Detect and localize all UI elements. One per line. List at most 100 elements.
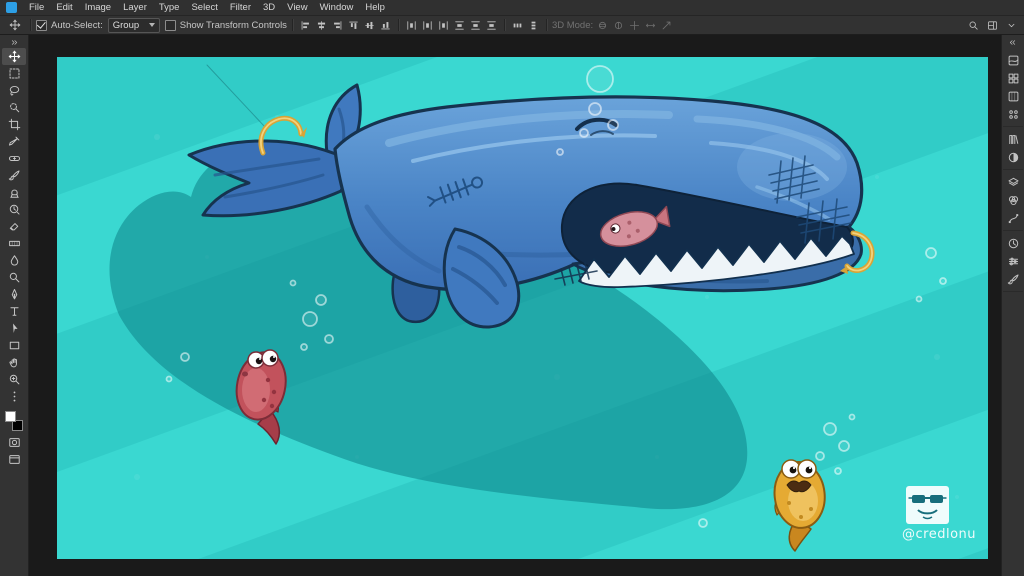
menu-image[interactable]: Image <box>79 0 117 15</box>
menu-window[interactable]: Window <box>314 0 360 15</box>
screen-mode-icon[interactable] <box>2 451 26 468</box>
quick-mask-icon[interactable] <box>2 434 26 451</box>
color-panel-icon[interactable] <box>1003 51 1023 69</box>
adjustments-panel-icon[interactable] <box>1003 148 1023 166</box>
options-bar-right <box>965 18 1019 33</box>
photoshop-window: File Edit Image Layer Type Select Filter 3D View… <box>0 0 1024 576</box>
spot-healing-icon[interactable] <box>2 150 26 167</box>
distribute-left-edges-icon[interactable] <box>452 18 467 33</box>
auto-select-checkbox[interactable] <box>36 19 47 31</box>
watermark-handle: @credlonu <box>902 527 976 542</box>
align-bottom-edges-icon[interactable] <box>378 18 393 33</box>
panel-group <box>1003 231 1023 292</box>
3d-mode-group: 3D Mode: <box>552 18 674 33</box>
layers-panel-icon[interactable] <box>1003 173 1023 191</box>
separator <box>545 19 547 31</box>
lasso-icon[interactable] <box>2 82 26 99</box>
color-swatches[interactable] <box>4 410 24 432</box>
more-options-icon[interactable] <box>1003 18 1019 33</box>
gradients-panel-icon[interactable] <box>1003 87 1023 105</box>
separator <box>291 19 293 31</box>
hand-icon[interactable] <box>2 354 26 371</box>
panel-dock-groups <box>1003 48 1023 292</box>
align-horizontal-centers-icon[interactable] <box>314 18 329 33</box>
spacing-icons-group <box>510 18 541 33</box>
3d-rotate-icon[interactable] <box>595 18 610 33</box>
crop-icon[interactable] <box>2 116 26 133</box>
menu-layer[interactable]: Layer <box>117 0 153 15</box>
menu-select[interactable]: Select <box>185 0 223 15</box>
menu-3d[interactable]: 3D <box>257 0 281 15</box>
menu-bar: File Edit Image Layer Type Select Filter 3D View… <box>0 0 1024 16</box>
gradient-icon[interactable] <box>2 235 26 252</box>
path-selection-icon[interactable] <box>2 320 26 337</box>
distribute-horizontal-spacing-icon[interactable] <box>510 18 525 33</box>
3d-roll-icon[interactable] <box>611 18 626 33</box>
show-transform-checkbox[interactable] <box>164 19 176 31</box>
libraries-panel-icon[interactable] <box>1003 130 1023 148</box>
swatches-panel-icon[interactable] <box>1003 69 1023 87</box>
type-icon[interactable] <box>2 303 26 320</box>
distribute-bottom-edges-icon[interactable] <box>436 18 451 33</box>
align-right-edges-icon[interactable] <box>330 18 345 33</box>
3d-scale-icon[interactable] <box>659 18 674 33</box>
brushes-panel-icon[interactable] <box>1003 270 1023 288</box>
patterns-panel-icon[interactable] <box>1003 105 1023 123</box>
menu-edit[interactable]: Edit <box>50 0 78 15</box>
quick-select-icon[interactable] <box>2 99 26 116</box>
chevrons-icon[interactable] <box>2 36 26 48</box>
app-icon[interactable] <box>6 2 17 13</box>
3d-drag-icon[interactable] <box>627 18 642 33</box>
channels-panel-icon[interactable] <box>1003 191 1023 209</box>
options-bar: Auto-Select: Group Show Transform Contro… <box>0 16 1024 35</box>
auto-select-control[interactable]: Auto-Select: <box>36 19 103 31</box>
choose-workspace-icon[interactable] <box>984 18 1000 33</box>
align-left-edges-icon[interactable] <box>298 18 313 33</box>
document-artwork[interactable]: @credlonu <box>57 57 988 559</box>
separator <box>397 19 399 31</box>
search-icon[interactable] <box>965 18 981 33</box>
3d-slide-icon[interactable] <box>643 18 658 33</box>
align-top-edges-icon[interactable] <box>346 18 361 33</box>
eyedropper-icon[interactable] <box>2 133 26 150</box>
properties-panel-icon[interactable] <box>1003 252 1023 270</box>
distribute-top-edges-icon[interactable] <box>404 18 419 33</box>
blur-icon[interactable] <box>2 252 26 269</box>
whale-illustration-canvas[interactable]: @credlonu <box>57 57 988 559</box>
panel-group <box>1003 48 1023 127</box>
clone-stamp-icon[interactable] <box>2 184 26 201</box>
distribute-horizontal-centers-icon[interactable] <box>468 18 483 33</box>
tools-list <box>2 48 26 388</box>
dodge-icon[interactable] <box>2 269 26 286</box>
auto-select-target-dropdown[interactable]: Group <box>107 17 160 33</box>
menu-items: File Edit Image Layer Type Select Filter 3D View… <box>23 0 391 15</box>
chevrons-icon[interactable] <box>1003 36 1023 48</box>
ellipsis-icon[interactable] <box>2 388 26 405</box>
menu-filter[interactable]: Filter <box>224 0 257 15</box>
menu-type[interactable]: Type <box>153 0 186 15</box>
rectangle-icon[interactable] <box>2 337 26 354</box>
distribute-vertical-spacing-icon[interactable] <box>526 18 541 33</box>
move-icon[interactable] <box>5 18 25 33</box>
foreground-color-swatch[interactable] <box>5 411 16 422</box>
history-brush-icon[interactable] <box>2 201 26 218</box>
canvas-area[interactable]: @credlonu <box>29 35 1001 576</box>
paths-panel-icon[interactable] <box>1003 209 1023 227</box>
show-transform-control[interactable]: Show Transform Controls <box>164 19 287 31</box>
history-panel-icon[interactable] <box>1003 234 1023 252</box>
auto-select-value: Group <box>112 19 140 31</box>
align-icons-group <box>298 18 393 33</box>
menu-view[interactable]: View <box>281 0 313 15</box>
brush-icon[interactable] <box>2 167 26 184</box>
marquee-icon[interactable] <box>2 65 26 82</box>
pen-icon[interactable] <box>2 286 26 303</box>
distribute-vertical-centers-icon[interactable] <box>420 18 435 33</box>
menu-file[interactable]: File <box>23 0 50 15</box>
distribute-right-edges-icon[interactable] <box>484 18 499 33</box>
zoom-icon[interactable] <box>2 371 26 388</box>
chevron-down-icon <box>148 23 155 27</box>
eraser-icon[interactable] <box>2 218 26 235</box>
move-icon[interactable] <box>2 48 26 65</box>
menu-help[interactable]: Help <box>359 0 391 15</box>
align-vertical-centers-icon[interactable] <box>362 18 377 33</box>
